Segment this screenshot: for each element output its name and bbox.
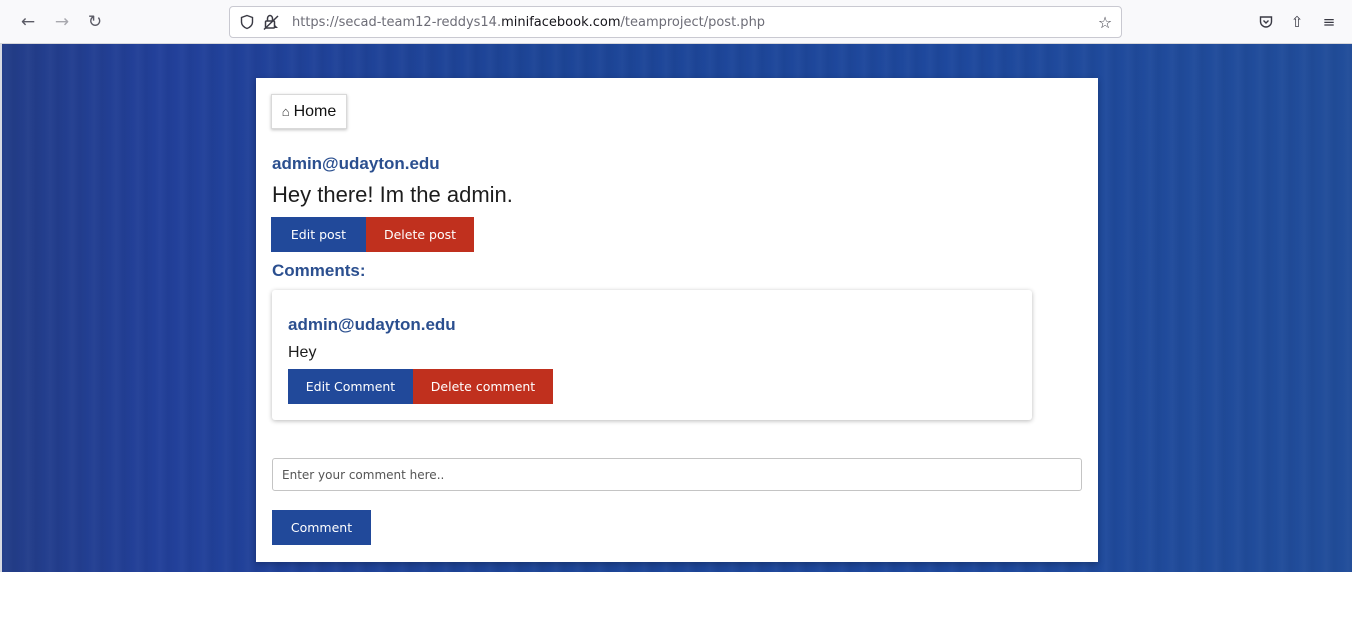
tracking-protection-shield-icon[interactable]	[238, 13, 256, 31]
comment-author: admin@udayton.edu	[288, 315, 456, 334]
comment-input[interactable]	[272, 458, 1082, 491]
home-button[interactable]: ⌂ Home	[271, 94, 347, 129]
hamburger-menu-icon[interactable]: ≡	[1318, 11, 1340, 33]
browser-toolbar: ← → ↻ https://secad-team12-reddys14.mini…	[0, 0, 1352, 44]
url-text[interactable]: https://secad-team12-reddys14.minifacebo…	[292, 15, 765, 30]
bottom-margin	[0, 572, 1352, 620]
reload-icon[interactable]: ↻	[83, 11, 107, 33]
comment-item: admin@udayton.edu Hey Edit Comment Delet…	[272, 290, 1032, 420]
post-body: Hey there! Im the admin.	[272, 182, 513, 207]
pocket-icon[interactable]	[1255, 11, 1277, 33]
insecure-lock-icon[interactable]	[262, 13, 280, 31]
back-arrow-icon[interactable]: ←	[16, 11, 40, 33]
edit-comment-button[interactable]: Edit Comment	[288, 369, 413, 404]
edit-post-button[interactable]: Edit post	[271, 217, 366, 252]
delete-post-button[interactable]: Delete post	[366, 217, 474, 252]
comments-heading: Comments:	[272, 261, 366, 280]
address-bar[interactable]: https://secad-team12-reddys14.minifacebo…	[229, 6, 1122, 38]
submit-comment-button[interactable]: Comment	[272, 510, 371, 545]
extensions-icon[interactable]: ⇧	[1286, 11, 1308, 33]
comment-body: Hey	[288, 344, 317, 361]
post-author: admin@udayton.edu	[272, 154, 440, 173]
delete-comment-button[interactable]: Delete comment	[413, 369, 553, 404]
home-button-label: Home	[293, 102, 337, 120]
post-card: ⌂ Home admin@udayton.edu Hey there! Im t…	[256, 78, 1098, 562]
bookmark-star-icon[interactable]: ☆	[1095, 12, 1115, 32]
home-icon: ⌂	[281, 104, 290, 119]
window-edge	[0, 44, 2, 616]
forward-arrow-icon[interactable]: →	[50, 11, 74, 33]
